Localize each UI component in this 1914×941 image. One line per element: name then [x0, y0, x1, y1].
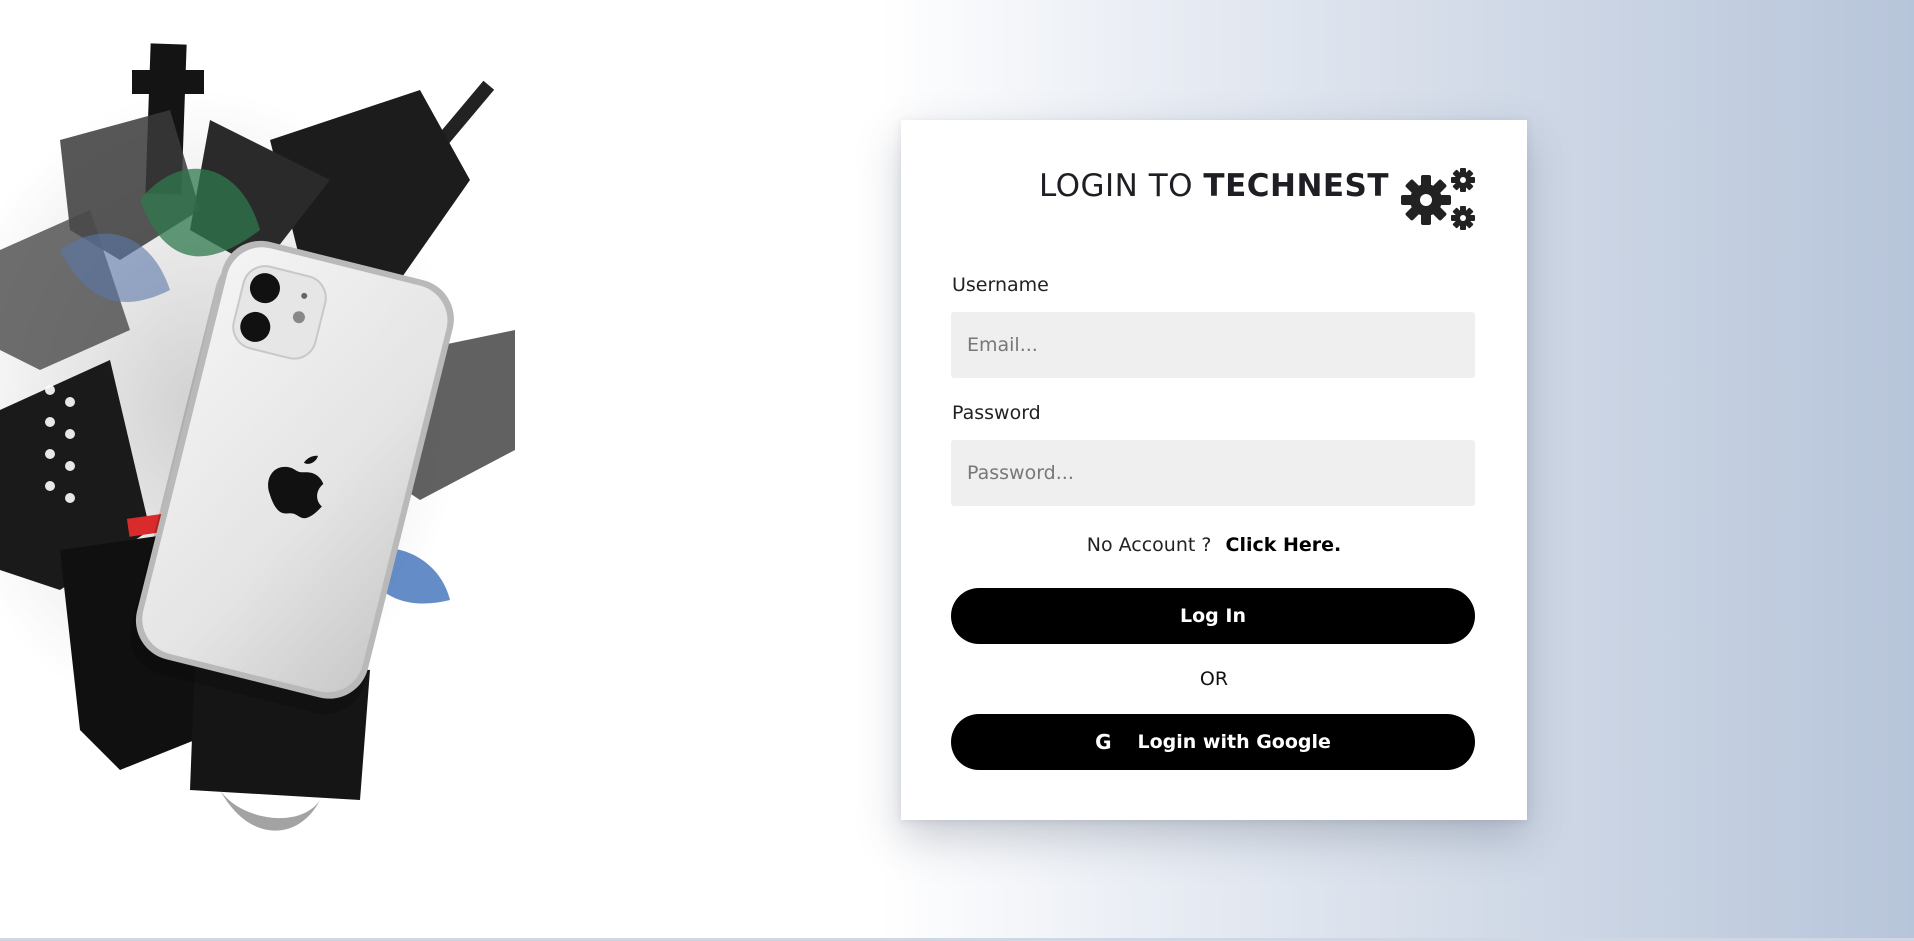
username-input[interactable]	[951, 312, 1475, 378]
google-icon: G	[1095, 730, 1112, 754]
signup-prompt: No Account ? Click Here.	[901, 534, 1527, 556]
no-account-text: No Account ?	[1086, 534, 1212, 556]
password-label: Password	[952, 402, 1041, 424]
username-label: Username	[952, 274, 1049, 296]
google-login-label: Login with Google	[1137, 731, 1331, 753]
signup-link[interactable]: Click Here.	[1226, 534, 1342, 556]
google-login-button[interactable]: G Login with Google	[951, 714, 1475, 770]
password-input[interactable]	[951, 440, 1475, 506]
gears-icon	[1401, 168, 1475, 230]
title-brand: TECHNEST	[1203, 168, 1390, 204]
hero-illustration	[0, 30, 520, 860]
or-divider: OR	[1199, 668, 1229, 690]
login-card: LOGIN TO TECHNEST Username Email... Pass…	[901, 120, 1527, 820]
login-button[interactable]: Log In	[951, 588, 1475, 644]
phone-collage-illustration	[0, 43, 515, 831]
title-prefix: LOGIN TO	[1038, 168, 1194, 204]
